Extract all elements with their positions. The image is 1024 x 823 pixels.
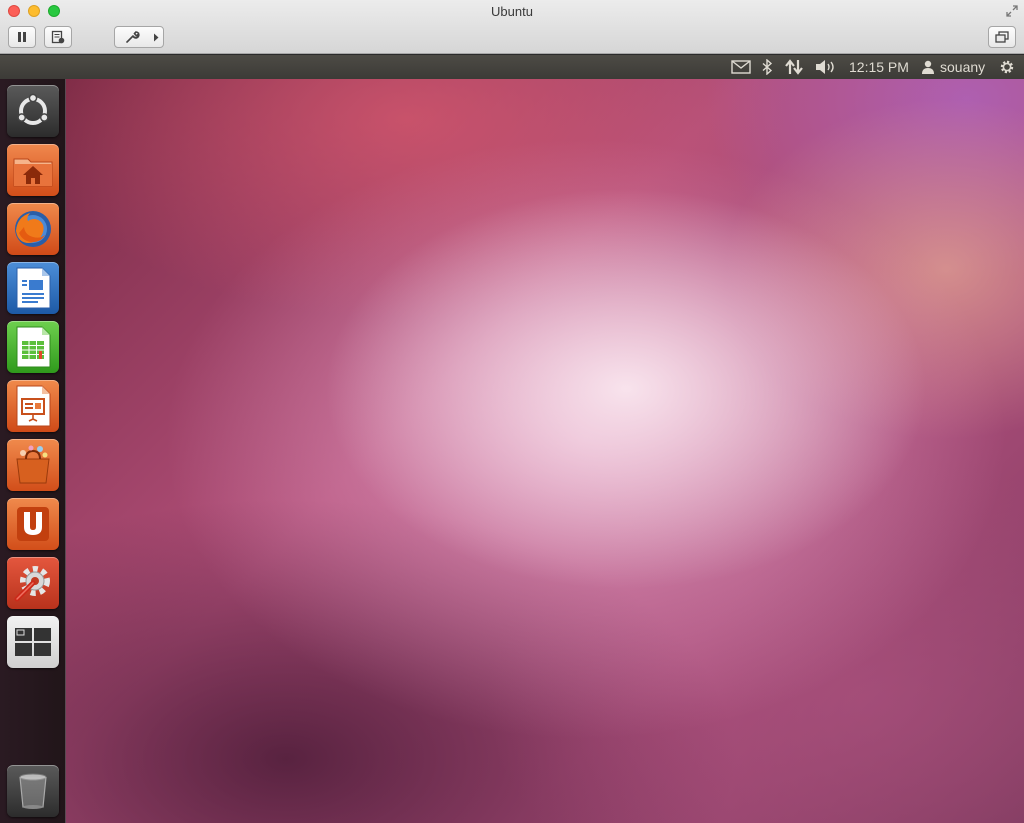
- window-title: Ubuntu: [491, 4, 533, 19]
- launcher-libreoffice-calc[interactable]: [7, 321, 59, 373]
- home-folder-icon: [13, 158, 53, 187]
- session-indicator[interactable]: [998, 55, 1016, 79]
- launcher-home-folder[interactable]: [7, 144, 59, 196]
- launcher-workspace-switcher[interactable]: [7, 616, 59, 668]
- settings-menu-button[interactable]: [114, 26, 164, 48]
- launcher-ubuntu-one[interactable]: [7, 498, 59, 550]
- pause-icon: [18, 32, 26, 42]
- shopping-bag-icon: [16, 445, 50, 484]
- launcher-firefox[interactable]: [7, 203, 59, 255]
- workspaces-icon: [15, 628, 51, 656]
- snapshot-icon: [51, 30, 65, 44]
- ubuntu-one-icon: [17, 507, 49, 541]
- launcher-libreoffice-impress[interactable]: [7, 380, 59, 432]
- fullscreen-button[interactable]: [988, 26, 1016, 48]
- network-icon: [785, 59, 803, 75]
- messaging-indicator[interactable]: [731, 55, 751, 79]
- user-indicator[interactable]: souany: [921, 55, 985, 79]
- launcher-system-settings[interactable]: [7, 557, 59, 609]
- expand-arrows-icon[interactable]: [1006, 5, 1018, 17]
- pause-button[interactable]: [8, 26, 36, 48]
- network-indicator[interactable]: [784, 55, 804, 79]
- launcher-dash-home[interactable]: [7, 85, 59, 137]
- firefox-icon: [15, 211, 51, 247]
- wrench-icon: [126, 31, 140, 43]
- ubuntu-logo-icon: [17, 93, 49, 125]
- settings-icon: [14, 566, 50, 602]
- launcher-trash[interactable]: [7, 765, 59, 817]
- snapshot-button[interactable]: [44, 26, 72, 48]
- unity-launcher: [0, 79, 66, 823]
- bluetooth-icon: [762, 59, 773, 75]
- chevron-right-icon: [154, 33, 159, 42]
- clock-indicator[interactable]: 12:15 PM: [849, 55, 909, 79]
- ubuntu-top-panel: 12:15 PM souany: [0, 55, 1024, 79]
- desktop-wallpaper[interactable]: [66, 79, 1024, 823]
- clock-text: 12:15 PM: [849, 59, 909, 75]
- volume-icon: [816, 60, 834, 74]
- window-restore-icon: [995, 31, 1009, 43]
- user-icon: [922, 60, 934, 74]
- impress-icon: [16, 385, 51, 427]
- bluetooth-indicator[interactable]: [761, 55, 773, 79]
- trash-icon: [19, 773, 47, 809]
- launcher-libreoffice-writer[interactable]: [7, 262, 59, 314]
- user-name: souany: [940, 59, 986, 75]
- calc-icon: [16, 326, 51, 368]
- host-window-titlebar: Ubuntu: [0, 0, 1024, 54]
- mail-icon: [731, 60, 751, 74]
- power-gear-icon: [1000, 60, 1014, 74]
- launcher-software-center[interactable]: [7, 439, 59, 491]
- sound-indicator[interactable]: [815, 55, 837, 79]
- writer-icon: [16, 267, 51, 309]
